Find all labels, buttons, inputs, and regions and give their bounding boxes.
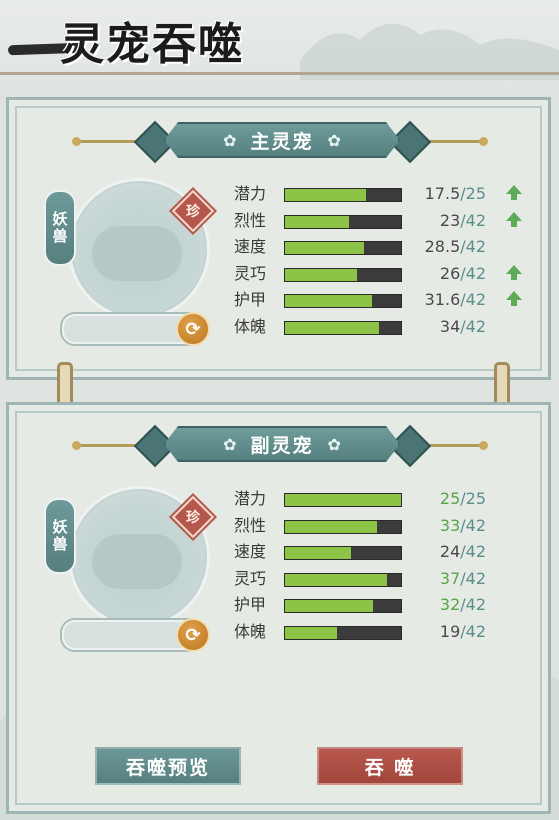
stat-bar (284, 626, 402, 640)
flower-icon: ✿ (327, 434, 341, 454)
sub-pet-title: 副灵宠 (250, 434, 314, 457)
stat-bar (284, 214, 402, 229)
stat-up-arrow-icon (506, 291, 522, 307)
swap-icon: ⟳ (185, 624, 201, 646)
stat-value: 17.5/25 (406, 183, 486, 205)
stat-current: 23 (439, 210, 461, 230)
stat-up-arrow-icon (506, 264, 522, 280)
stat-current: 25 (439, 489, 461, 508)
stat-label: 灵巧 (234, 263, 267, 283)
stat-value: 25/25 (406, 488, 486, 510)
stat-max: 42 (465, 515, 486, 535)
stat-bar-fill (285, 295, 372, 308)
stat-label: 速度 (234, 237, 267, 257)
stat-bar (284, 188, 402, 202)
sub-pet-silhouette (92, 534, 182, 589)
stat-max: 42 (465, 263, 486, 283)
stat-value: 31.6/42 (406, 289, 486, 311)
flower-icon: ✿ (223, 130, 237, 150)
stat-bar-fill (285, 547, 352, 560)
stat-label: 灵巧 (234, 568, 267, 588)
stat-value: 32/42 (406, 594, 486, 616)
devour-button[interactable]: 吞 噬 (317, 747, 463, 785)
stat-bar (284, 519, 402, 534)
devour-preview-button[interactable]: 吞噬预览 (95, 747, 241, 785)
sub-pet-type-tag: 妖兽 (44, 498, 76, 574)
stat-label: 速度 (234, 542, 267, 562)
stat-up-arrow-icon (506, 185, 522, 200)
stat-max: 42 (465, 622, 486, 641)
stat-bar-fill (285, 494, 401, 506)
stat-value: 34/42 (406, 316, 486, 338)
stat-bar-fill (285, 573, 388, 586)
stat-max: 42 (465, 568, 486, 588)
stat-current: 37 (439, 568, 461, 588)
stat-value: 23/42 (406, 210, 486, 232)
sub-pet-banner: ✿ 副灵宠 ✿ (164, 426, 400, 462)
stat-max: 25 (465, 184, 486, 203)
flower-icon: ✿ (327, 130, 341, 150)
main-pet-silhouette (92, 226, 182, 281)
stat-label: 体魄 (234, 622, 267, 641)
main-pet-type-tag: 妖兽 (44, 190, 76, 266)
stat-max: 42 (465, 317, 486, 336)
stat-bar-fill (285, 322, 379, 334)
stat-bar (284, 599, 402, 614)
stat-value: 28.5/42 (406, 236, 486, 258)
stat-bar (284, 241, 402, 256)
sub-pet-swap-button[interactable]: ⟳ (176, 618, 210, 652)
stat-label: 护甲 (234, 290, 267, 310)
stat-bar-fill (285, 627, 338, 639)
stat-current: 24 (439, 542, 461, 562)
page-title: 灵宠吞噬 (60, 19, 244, 70)
stat-current: 17.5 (424, 184, 461, 203)
stat-current: 26 (439, 263, 461, 283)
stat-bar-fill (285, 600, 374, 613)
stat-max: 42 (465, 290, 486, 310)
swap-icon: ⟳ (185, 318, 201, 340)
stat-bar-fill (285, 189, 367, 201)
stat-current: 34 (439, 317, 461, 336)
stat-label: 烈性 (234, 515, 267, 535)
stat-current: 19 (439, 622, 461, 641)
stat-label: 潜力 (234, 184, 267, 203)
stat-bar (284, 267, 402, 282)
main-pet-swap-button[interactable]: ⟳ (176, 312, 210, 346)
stat-current: 31.6 (424, 290, 461, 310)
stat-label: 体魄 (234, 317, 267, 336)
stat-bar-fill (285, 520, 377, 533)
stat-max: 42 (465, 542, 486, 562)
stat-current: 32 (439, 595, 461, 615)
flower-icon: ✿ (223, 434, 237, 454)
stat-value: 33/42 (406, 515, 486, 537)
stat-up-arrow-icon (506, 211, 522, 227)
stat-value: 37/42 (406, 568, 486, 590)
stat-max: 42 (465, 210, 486, 230)
stat-bar (284, 294, 402, 309)
stat-max: 42 (465, 595, 486, 615)
main-pet-title: 主灵宠 (250, 130, 314, 153)
stat-current: 28.5 (424, 237, 461, 257)
stat-value: 26/42 (406, 263, 486, 285)
stat-bar (284, 321, 402, 335)
stat-bar (284, 572, 402, 587)
stat-bar-fill (285, 215, 349, 228)
stat-bar-fill (285, 242, 364, 255)
stat-bar-fill (285, 268, 357, 281)
stat-max: 25 (465, 489, 486, 508)
stat-label: 护甲 (234, 595, 267, 615)
stat-current: 33 (439, 515, 461, 535)
stat-bar (284, 546, 402, 561)
stat-label: 烈性 (234, 210, 267, 230)
stat-max: 42 (465, 237, 486, 257)
stat-value: 19/42 (406, 621, 486, 643)
stat-label: 潜力 (234, 489, 267, 508)
stat-bar (284, 493, 402, 507)
main-pet-banner: ✿ 主灵宠 ✿ (164, 122, 400, 158)
title-divider (0, 72, 559, 75)
stat-value: 24/42 (406, 541, 486, 563)
